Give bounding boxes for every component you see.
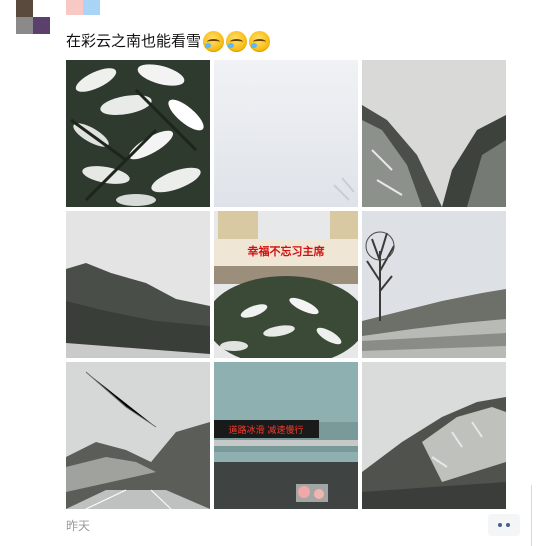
post-text: 在彩云之南也能看雪 <box>66 32 202 50</box>
post-text-row: 在彩云之南也能看雪 <box>66 30 271 52</box>
user-avatar[interactable] <box>16 0 50 34</box>
photo8-led-text: 道路冰滑 减速慢行 <box>229 424 304 436</box>
avatar-quadrant <box>33 17 50 34</box>
photo-7[interactable] <box>66 362 210 509</box>
laughing-crying-face-icon <box>249 30 271 52</box>
laughing-crying-face-icon <box>203 30 225 52</box>
photo-2[interactable] <box>214 60 358 207</box>
avatar-quadrant <box>33 0 50 17</box>
dot-icon <box>498 523 502 527</box>
highway-led-sign-icon: 道路冰滑 减速慢行 <box>214 362 358 509</box>
photo5-sign-text: 幸福不忘习主席 <box>248 244 325 258</box>
post-timestamp: 昨天 <box>66 519 91 533</box>
bare-tree-snowy-hill-icon <box>362 211 506 358</box>
photo-4[interactable] <box>66 211 210 358</box>
thumbnail-left <box>66 0 83 15</box>
photo-5[interactable]: 幸福不忘习主席 <box>214 211 358 358</box>
avatar-quadrant <box>16 17 33 34</box>
snowy-slope-icon <box>362 362 506 509</box>
foggy-mountain-ridge-icon <box>66 211 210 358</box>
photo-grid: 幸福不忘习主席 道路冰滑 减速慢行 <box>66 60 506 509</box>
scroll-edge <box>531 485 532 546</box>
photo-9[interactable] <box>362 362 506 509</box>
photo-8[interactable]: 道路冰滑 减速慢行 <box>214 362 358 509</box>
avatar-quadrant <box>16 0 33 17</box>
laughing-crying-face-icon <box>226 30 248 52</box>
more-options-button[interactable] <box>488 514 520 536</box>
building-with-sign-icon: 幸福不忘习主席 <box>214 211 358 358</box>
photo-1[interactable] <box>66 60 210 207</box>
dot-icon <box>506 523 510 527</box>
username-thumbnail[interactable] <box>66 0 100 15</box>
thumbnail-right <box>83 0 100 15</box>
snow-covered-leaves-icon <box>66 60 210 207</box>
photo-3[interactable] <box>362 60 506 207</box>
misty-mountain-valley-icon <box>362 60 506 207</box>
photo-6[interactable] <box>362 211 506 358</box>
highway-mountains-icon <box>66 362 210 509</box>
snow-surface-icon <box>214 60 358 207</box>
